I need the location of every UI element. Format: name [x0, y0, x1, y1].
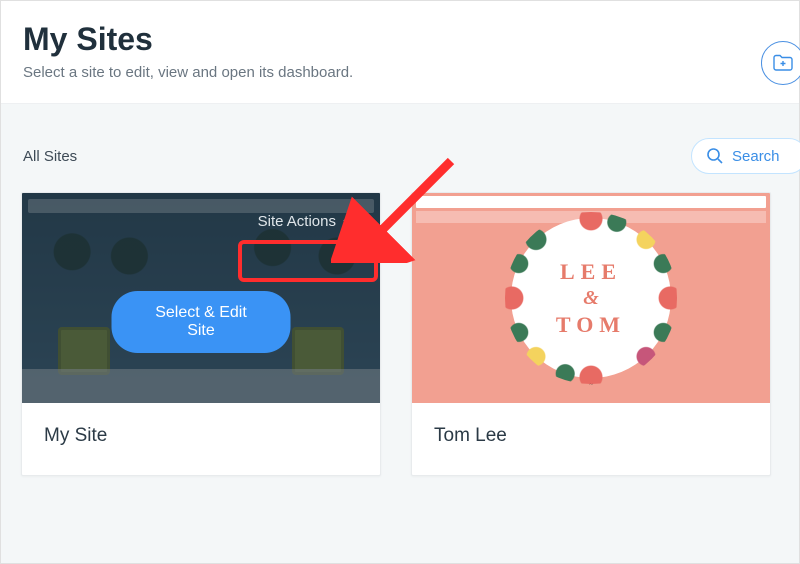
search-wrap[interactable] [691, 138, 800, 174]
filter-bar: All Sites [1, 104, 799, 192]
page-subtitle: Select a site to edit, view and open its… [23, 64, 777, 81]
site-card-my-site[interactable]: Site Actions Select & Edit Site My Site [21, 192, 381, 476]
search-icon [706, 147, 724, 165]
folder-plus-icon [773, 54, 793, 72]
site-logo: LEE & TOM [511, 218, 671, 378]
site-name: My Site [22, 403, 380, 475]
site-actions-label: Site Actions [258, 213, 336, 230]
select-edit-site-button[interactable]: Select & Edit Site [112, 291, 291, 353]
page-title: My Sites [23, 21, 777, 58]
sites-grid: Site Actions Select & Edit Site My Site … [1, 192, 799, 476]
site-thumbnail: LEE & TOM ~ [412, 193, 770, 403]
new-folder-button[interactable] [761, 41, 800, 85]
site-thumbnail: Site Actions Select & Edit Site [22, 193, 380, 403]
page-header: My Sites Select a site to edit, view and… [1, 1, 799, 104]
site-card-tom-lee[interactable]: LEE & TOM ~ Tom Lee [411, 192, 771, 476]
search-input[interactable] [732, 148, 792, 165]
filter-all-sites[interactable]: All Sites [23, 148, 77, 165]
chevron-down-icon [342, 216, 354, 228]
site-actions-dropdown[interactable]: Site Actions [248, 207, 364, 236]
site-name: Tom Lee [412, 403, 770, 475]
